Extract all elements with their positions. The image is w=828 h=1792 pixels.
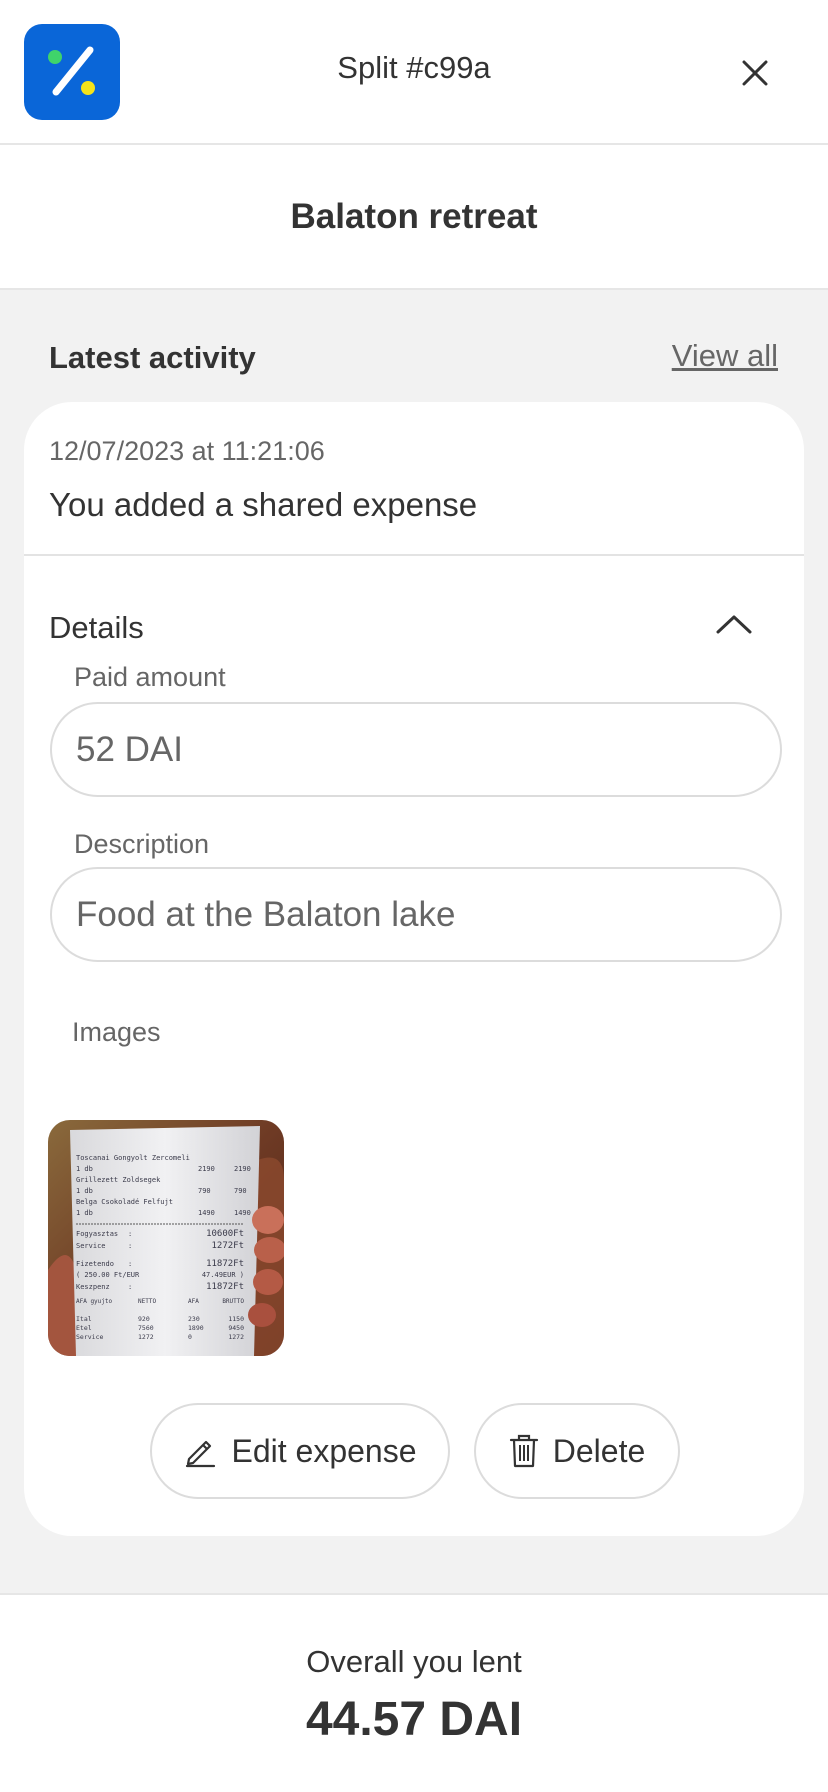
balance-label: Overall you lent bbox=[306, 1644, 522, 1679]
receipt-text: 1490 bbox=[234, 1209, 251, 1217]
receipt-text: Belga Csokoladé Felfujt bbox=[76, 1198, 173, 1206]
receipt-text: Keszpenz bbox=[76, 1283, 110, 1291]
receipt-text: : bbox=[128, 1242, 132, 1250]
receipt-text: ( 250.00 Ft/EUR bbox=[76, 1271, 140, 1279]
receipt-text: : bbox=[128, 1230, 132, 1238]
paid-amount-field[interactable]: 52 DAI bbox=[50, 702, 782, 797]
receipt-text: 10600Ft bbox=[206, 1229, 244, 1239]
delete-label: Delete bbox=[552, 1432, 646, 1469]
receipt-text: Grillezett Zoldsegek bbox=[76, 1176, 161, 1184]
details-label: Details bbox=[49, 610, 144, 645]
receipt-text: 1 db bbox=[76, 1209, 93, 1217]
receipt-text: Fogyasztas bbox=[76, 1230, 118, 1238]
group-header: Balaton retreat bbox=[0, 145, 828, 290]
receipt-text: AFA bbox=[188, 1298, 199, 1305]
view-all-link[interactable]: View all bbox=[672, 338, 778, 374]
receipt-text: Ital bbox=[76, 1315, 92, 1323]
chevron-up-icon bbox=[716, 615, 752, 634]
edit-expense-button[interactable]: Edit expense bbox=[150, 1403, 450, 1499]
split-title: Split #c99a bbox=[337, 50, 491, 85]
receipt-text: 1490 bbox=[198, 1209, 215, 1217]
receipt-text: 1272 bbox=[138, 1333, 154, 1341]
receipt-text: 1272Ft bbox=[211, 1241, 244, 1251]
activity-timestamp: 12/07/2023 at 11:21:06 bbox=[49, 436, 325, 466]
close-icon bbox=[742, 60, 768, 86]
receipt-image[interactable]: Toscanai Gongyolt Zercomeli 1 db 2190 2190 G… bbox=[48, 1120, 284, 1356]
receipt-text: : bbox=[128, 1283, 132, 1291]
split-detail-screen: Split #c99a Balaton retreat Latest activ… bbox=[0, 0, 828, 1792]
receipt-text: BRUTTO bbox=[222, 1298, 244, 1305]
receipt-text: 2190 bbox=[234, 1165, 251, 1173]
group-title: Balaton retreat bbox=[290, 197, 538, 236]
description-field[interactable]: Food at the Balaton lake bbox=[50, 867, 782, 962]
receipt-text: Fizetendo bbox=[76, 1260, 114, 1268]
receipt-text: NETTO bbox=[138, 1298, 156, 1305]
paid-amount-label: Paid amount bbox=[74, 662, 226, 692]
receipt-text: Toscanai Gongyolt Zercomeli bbox=[76, 1154, 190, 1162]
receipt-text: 790 bbox=[198, 1187, 211, 1195]
divider bbox=[24, 554, 804, 556]
receipt-text: 230 bbox=[188, 1315, 200, 1323]
receipt-text: 11872Ft bbox=[206, 1259, 244, 1269]
receipt-text: 7560 bbox=[138, 1324, 154, 1332]
top-bar: Split #c99a bbox=[0, 0, 828, 145]
receipt-text: 47.49EUR ) bbox=[202, 1271, 244, 1279]
receipt-text: AFA gyujto bbox=[76, 1298, 113, 1305]
receipt-text: Service bbox=[76, 1333, 103, 1341]
receipt-photo: Toscanai Gongyolt Zercomeli 1 db 2190 2190 G… bbox=[48, 1120, 284, 1356]
receipt-text: 1272 bbox=[228, 1333, 244, 1341]
activity-description: You added a shared expense bbox=[49, 486, 478, 523]
close-button[interactable] bbox=[725, 50, 785, 96]
receipt-text: 0 bbox=[188, 1333, 192, 1341]
images-label: Images bbox=[72, 1017, 161, 1047]
receipt-text: 1150 bbox=[228, 1315, 244, 1323]
description-label: Description bbox=[74, 829, 210, 859]
receipt-text: 9450 bbox=[228, 1324, 244, 1332]
activity-card: 12/07/2023 at 11:21:06 You added a share… bbox=[24, 402, 804, 1536]
section-title: Latest activity bbox=[49, 340, 256, 375]
receipt-text: Etel bbox=[76, 1324, 92, 1332]
receipt-text: 2190 bbox=[198, 1165, 215, 1173]
details-toggle[interactable]: Details bbox=[24, 578, 804, 668]
receipt-text: 920 bbox=[138, 1315, 150, 1323]
balance-amount: 44.57 DAI bbox=[305, 1693, 523, 1746]
receipt-text: 11872Ft bbox=[206, 1282, 244, 1292]
delete-button[interactable]: Delete bbox=[474, 1403, 680, 1499]
receipt-text: : bbox=[128, 1260, 132, 1268]
receipt-text: 1890 bbox=[188, 1324, 204, 1332]
balance-summary: Overall you lent 44.57 DAI bbox=[0, 1597, 828, 1792]
edit-expense-label: Edit expense bbox=[231, 1432, 417, 1469]
trash-icon bbox=[509, 1434, 538, 1468]
receipt-text: Service bbox=[76, 1242, 106, 1250]
pencil-icon bbox=[186, 1440, 216, 1468]
activity-section: Latest activity View all 12/07/2023 at 1… bbox=[0, 290, 828, 1595]
receipt-text: 790 bbox=[234, 1187, 247, 1195]
receipt-text: 1 db bbox=[76, 1165, 93, 1173]
receipt-text: 1 db bbox=[76, 1187, 93, 1195]
